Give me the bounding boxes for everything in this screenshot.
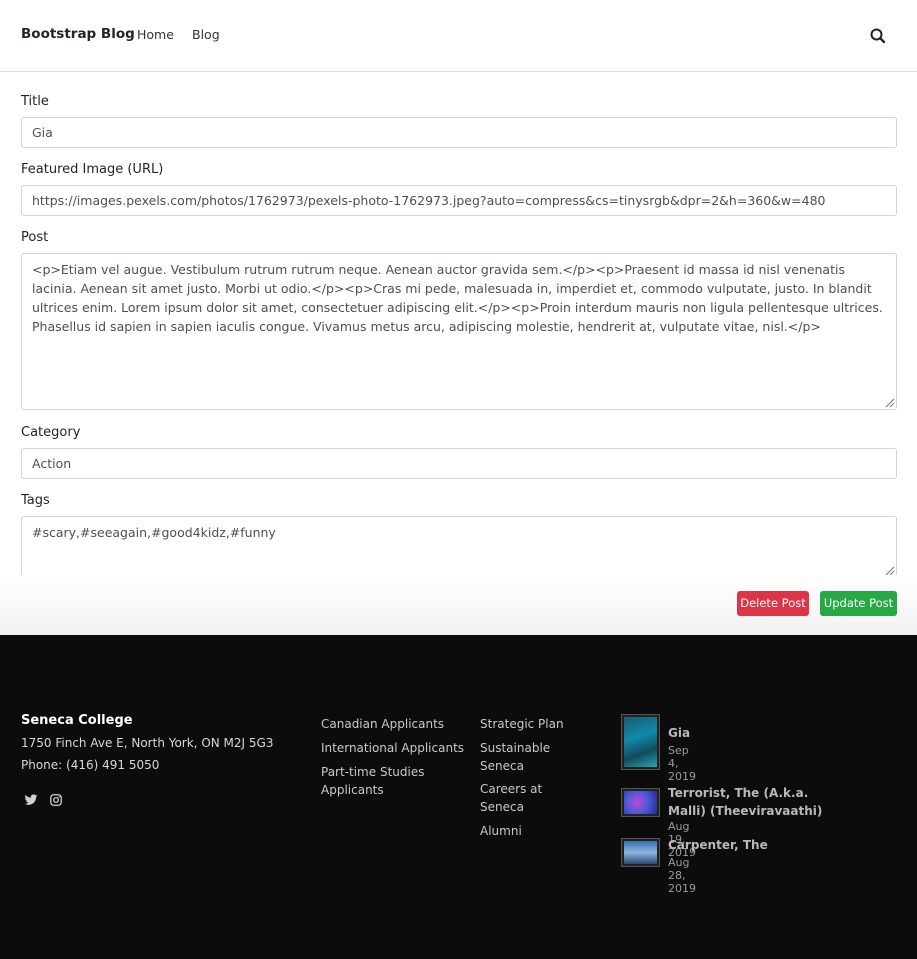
post-label: Post bbox=[21, 230, 49, 245]
footer-link-strategic-plan[interactable]: Strategic Plan bbox=[480, 715, 564, 733]
footer-link-sustainable-seneca[interactable]: Sustainable Seneca bbox=[480, 739, 565, 775]
recent-post-date: Aug 28, 2019 bbox=[668, 856, 696, 895]
category-input[interactable]: Action bbox=[21, 448, 897, 479]
post-thumbnail[interactable] bbox=[621, 788, 660, 817]
footer-link-canadian-applicants[interactable]: Canadian Applicants bbox=[321, 715, 444, 733]
footer-link-part-time-studies[interactable]: Part-time Studies Applicants bbox=[321, 763, 431, 799]
tags-label: Tags bbox=[21, 493, 50, 508]
recent-post-title[interactable]: Gia bbox=[668, 724, 868, 742]
tags-text: #scary,#seeagain,#good4kidz,#funny bbox=[32, 525, 276, 540]
post-thumbnail[interactable] bbox=[621, 838, 660, 867]
footer-address: 1750 Finch Ave E, North York, ON M2J 5G3 bbox=[21, 736, 274, 750]
footer-phone: Phone: (416) 491 5050 bbox=[21, 758, 160, 772]
post-textarea[interactable]: <p>Etiam vel augue. Vestibulum rutrum ru… bbox=[21, 253, 897, 410]
footer-link-careers[interactable]: Careers at Seneca bbox=[480, 780, 565, 816]
footer-link-alumni[interactable]: Alumni bbox=[480, 822, 522, 840]
recent-post-title[interactable]: Terrorist, The (A.k.a. Malli) (Theevirav… bbox=[668, 784, 848, 820]
search-icon[interactable] bbox=[868, 26, 888, 46]
update-post-button[interactable]: Update Post bbox=[820, 591, 897, 616]
nav-link-home[interactable]: Home bbox=[137, 27, 174, 42]
title-label: Title bbox=[21, 94, 49, 109]
resize-grip-icon[interactable] bbox=[884, 397, 895, 408]
recent-post-date: Sep 4, 2019 bbox=[668, 744, 696, 783]
footer-link-international-applicants[interactable]: International Applicants bbox=[321, 739, 464, 757]
category-label: Category bbox=[21, 425, 81, 440]
footer: Seneca College 1750 Finch Ave E, North Y… bbox=[0, 635, 917, 959]
post-thumbnail[interactable] bbox=[621, 714, 660, 770]
twitter-icon[interactable] bbox=[24, 792, 38, 806]
footer-org-name: Seneca College bbox=[21, 713, 133, 728]
navbar-brand[interactable]: Bootstrap Blog bbox=[21, 26, 135, 42]
instagram-icon[interactable] bbox=[49, 792, 63, 806]
recent-post-title[interactable]: Carpenter, The bbox=[668, 836, 868, 854]
delete-post-button[interactable]: Delete Post bbox=[737, 591, 809, 616]
title-input[interactable]: Gia bbox=[21, 117, 897, 148]
navbar: Bootstrap Blog Home Blog bbox=[0, 0, 917, 72]
nav-link-blog[interactable]: Blog bbox=[192, 27, 220, 42]
featured-image-label: Featured Image (URL) bbox=[21, 162, 164, 177]
featured-image-input[interactable]: https://images.pexels.com/photos/1762973… bbox=[21, 185, 897, 216]
post-text: <p>Etiam vel augue. Vestibulum rutrum ru… bbox=[32, 262, 883, 334]
tags-textarea[interactable]: #scary,#seeagain,#good4kidz,#funny bbox=[21, 516, 897, 578]
